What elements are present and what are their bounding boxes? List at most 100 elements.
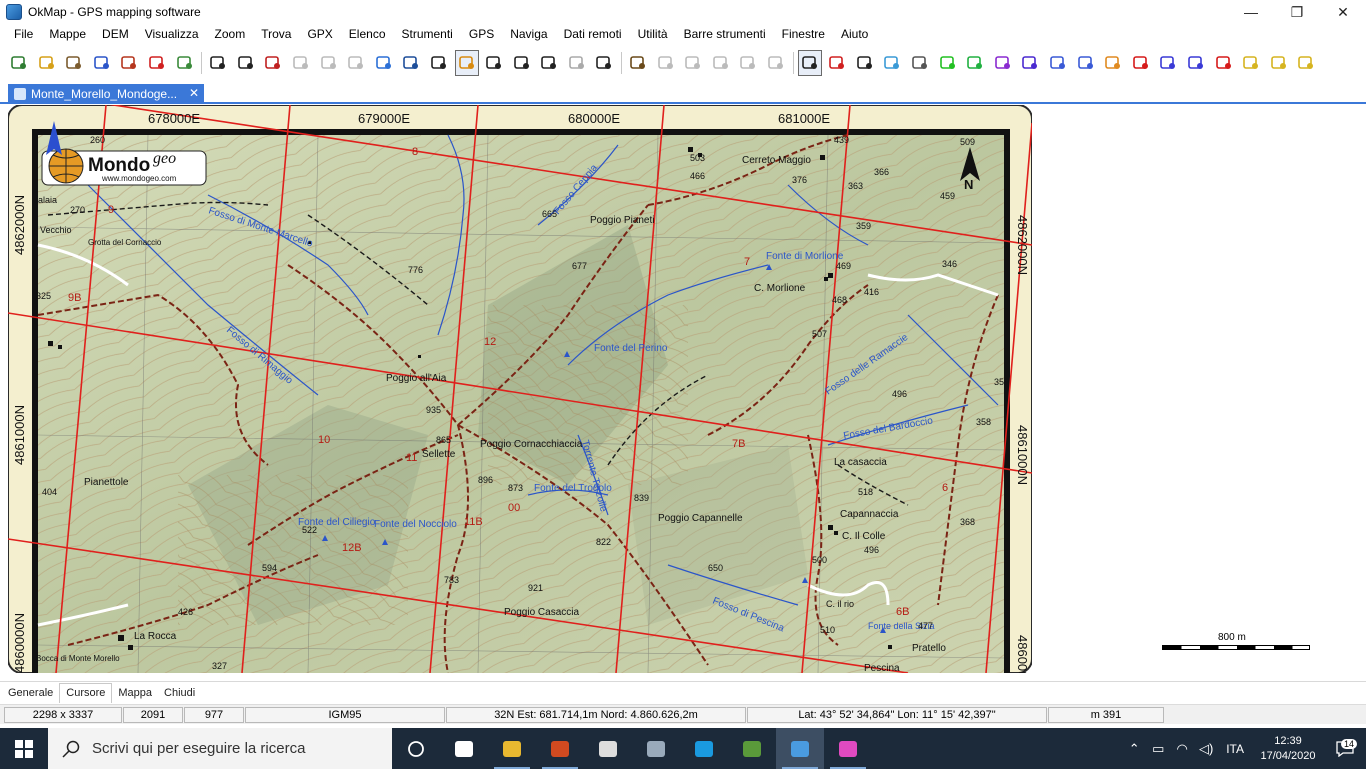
menu-zoom[interactable]: Zoom	[207, 24, 254, 44]
menu-mappe[interactable]: Mappe	[41, 24, 94, 44]
save-button[interactable]	[207, 51, 229, 75]
polygon-3-button[interactable]	[1102, 51, 1124, 75]
open-red-button[interactable]	[146, 51, 168, 75]
zoom-previous-button[interactable]	[566, 51, 588, 75]
node-insert-button[interactable]	[1185, 51, 1207, 75]
eraser-button[interactable]	[881, 51, 903, 75]
skype-taskbar-button[interactable]	[680, 728, 728, 769]
zoom-window-button[interactable]	[538, 51, 560, 75]
menu-utilit-[interactable]: Utilità	[630, 24, 676, 44]
menu-elenco[interactable]: Elenco	[341, 24, 394, 44]
select-arrow-button[interactable]	[797, 50, 822, 76]
menu-dem[interactable]: DEM	[94, 24, 137, 44]
tab-generale[interactable]: Generale	[2, 684, 59, 703]
edit-disabled-button[interactable]	[655, 51, 677, 75]
tab-close-icon[interactable]: ✕	[189, 86, 199, 100]
tab-mappa[interactable]: Mappa	[112, 684, 158, 703]
menu-trova[interactable]: Trova	[253, 24, 299, 44]
powerpoint-taskbar-button[interactable]	[536, 728, 584, 769]
move-button[interactable]	[909, 51, 931, 75]
track-circle-button[interactable]	[1019, 51, 1041, 75]
edit-disabled-4-button[interactable]	[737, 51, 759, 75]
wifi-icon[interactable]: ◠	[1170, 741, 1194, 757]
add-point-button[interactable]	[826, 51, 848, 75]
menu-visualizza[interactable]: Visualizza	[137, 24, 207, 44]
battery-icon[interactable]: ▭	[1146, 741, 1170, 757]
polygon-2-button[interactable]	[1075, 51, 1097, 75]
menu-gpx[interactable]: GPX	[299, 24, 340, 44]
minimize-button[interactable]: —	[1228, 0, 1274, 24]
save-as-button[interactable]	[235, 51, 257, 75]
map-info-button[interactable]	[373, 51, 395, 75]
language-indicator[interactable]: ITA	[1218, 742, 1252, 756]
lock-button[interactable]	[454, 50, 479, 76]
edit-disabled-3-button[interactable]	[710, 51, 732, 75]
open-bike-button[interactable]	[91, 51, 113, 75]
zoom-button[interactable]	[428, 51, 450, 75]
tab-cursore[interactable]: Cursore	[59, 683, 113, 703]
menu-dati-remoti[interactable]: Dati remoti	[556, 24, 630, 44]
layers-button[interactable]	[400, 51, 422, 75]
topographic-map[interactable]: 678000E 679000E 680000E 681000E 4862000N…	[8, 105, 1032, 673]
maximize-button[interactable]: ❐	[1274, 0, 1320, 24]
zoom-out-button[interactable]	[511, 51, 533, 75]
okmap-taskbar-button[interactable]	[776, 728, 824, 769]
polygon-2-icon	[1077, 56, 1093, 69]
zoom-1to1-button[interactable]	[593, 51, 615, 75]
open-folder-button[interactable]	[36, 51, 58, 75]
close-button[interactable]: ✕	[1320, 0, 1366, 24]
menu-naviga[interactable]: Naviga	[502, 24, 555, 44]
ruler-2-button[interactable]	[1268, 51, 1290, 75]
print-preview-disabled-button[interactable]	[345, 51, 367, 75]
select-area-button[interactable]	[854, 51, 876, 75]
ruler-3-button[interactable]	[1295, 51, 1317, 75]
notepad-taskbar-button[interactable]	[728, 728, 776, 769]
map-document-tab[interactable]: Monte_Morello_Mondoge... ✕	[8, 84, 204, 104]
menu-barre-strumenti[interactable]: Barre strumenti	[676, 24, 774, 44]
polygon-button[interactable]	[1047, 51, 1069, 75]
edit-disabled-2-button[interactable]	[682, 51, 704, 75]
open-car-button[interactable]	[63, 51, 85, 75]
edit-disabled-5-button[interactable]	[765, 51, 787, 75]
chevron-up-icon[interactable]: ⌃	[1122, 741, 1146, 757]
save-close-button[interactable]	[262, 51, 284, 75]
open-map-button[interactable]	[8, 51, 30, 75]
save-disabled-button[interactable]	[290, 51, 312, 75]
node-delete-button[interactable]	[1213, 51, 1235, 75]
edit-pencil-button[interactable]	[627, 51, 649, 75]
open-plus-button[interactable]	[174, 51, 196, 75]
print-disabled-button[interactable]	[318, 51, 340, 75]
clock[interactable]: 12:39 17/04/2020	[1252, 734, 1324, 764]
menu-file[interactable]: File	[6, 24, 41, 44]
start-button[interactable]	[0, 728, 48, 769]
tab-chiudi[interactable]: Chiudi	[158, 684, 201, 703]
cortana-button[interactable]	[392, 728, 440, 769]
ruler-button[interactable]	[1240, 51, 1262, 75]
node-edit-button[interactable]	[1157, 51, 1179, 75]
volume-icon[interactable]: ◁)	[1194, 741, 1218, 757]
open-walk-button[interactable]	[118, 51, 140, 75]
taskbar-search[interactable]: Scrivi qui per eseguire la ricerca	[48, 728, 392, 769]
notification-center-button[interactable]: 14	[1324, 738, 1366, 757]
menu-aiuto[interactable]: Aiuto	[833, 24, 876, 44]
file-explorer-icon	[503, 740, 521, 757]
menu-finestre[interactable]: Finestre	[774, 24, 833, 44]
route-button[interactable]	[964, 51, 986, 75]
menu-strumenti[interactable]: Strumenti	[394, 24, 461, 44]
smiley-waypoint-button[interactable]	[937, 51, 959, 75]
okmap-icon	[791, 740, 809, 757]
open-folder-icon	[38, 56, 54, 69]
file-explorer-taskbar-button[interactable]	[488, 728, 536, 769]
polygon-3-icon	[1105, 56, 1121, 69]
color-app-taskbar-button[interactable]	[824, 728, 872, 769]
svg-text:404: 404	[42, 487, 57, 497]
track-dots-button[interactable]	[992, 51, 1014, 75]
calculator-taskbar-button[interactable]	[584, 728, 632, 769]
zoom-in-button[interactable]	[483, 51, 505, 75]
steam-taskbar-button[interactable]	[632, 728, 680, 769]
task-view-taskbar-button[interactable]	[440, 728, 488, 769]
menu-gps[interactable]: GPS	[461, 24, 502, 44]
diamond-button[interactable]	[1130, 51, 1152, 75]
node-edit-icon	[1160, 56, 1176, 69]
map-view[interactable]: 678000E 679000E 680000E 681000E 4862000N…	[0, 105, 1366, 673]
